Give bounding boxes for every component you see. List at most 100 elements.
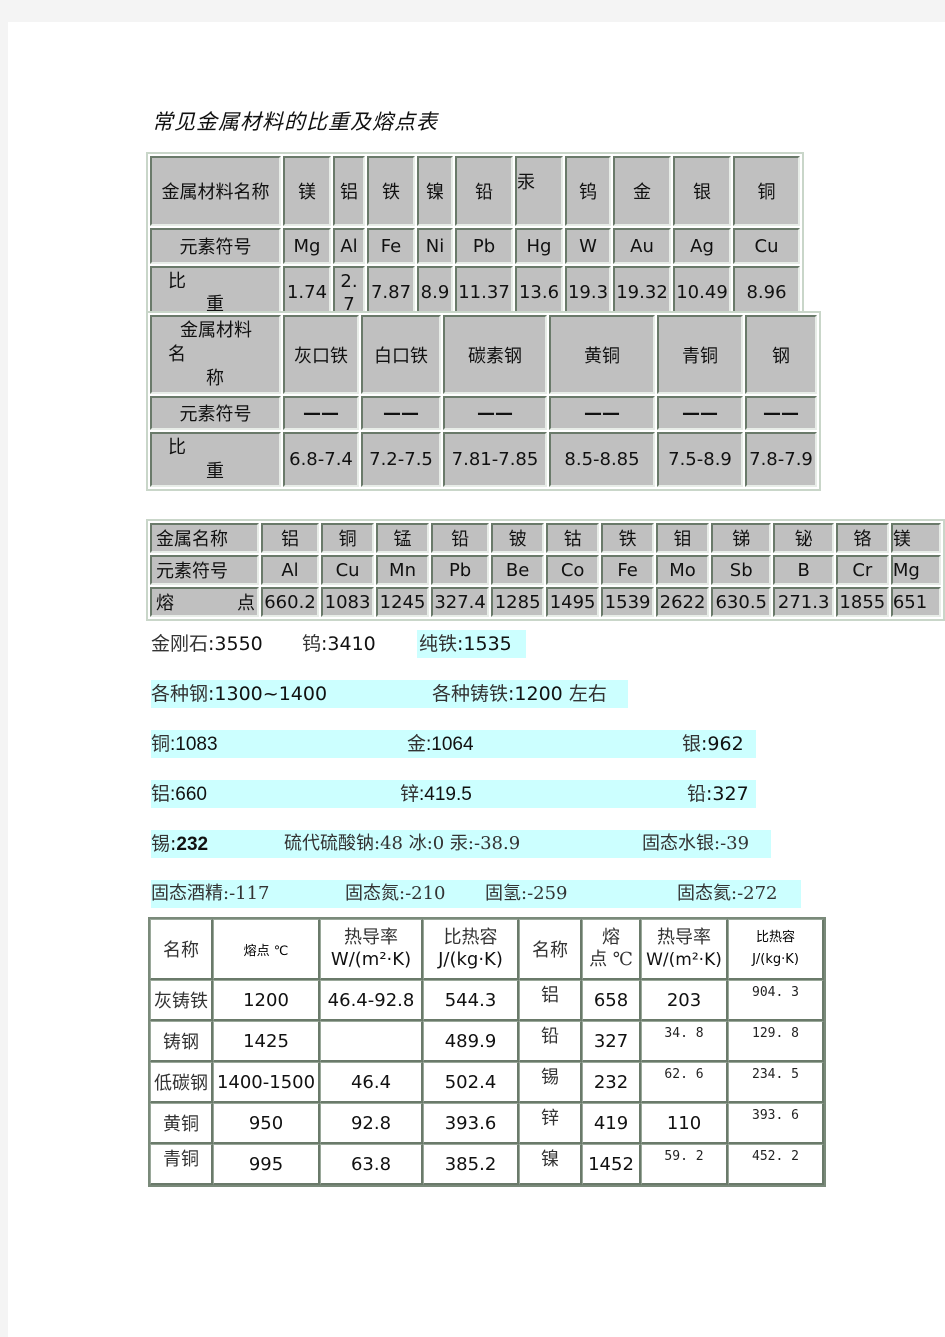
table-row: 铸钢 1425 489.9 铅 327 34. 8 129. 8 [150, 1021, 824, 1062]
header-cell: 比热容 J/(kg·K) [423, 919, 519, 980]
melting-line-2: 各种钢:1300~1400 各种铸铁:1200 左右 [151, 680, 628, 708]
symbol-cell: Au [613, 228, 671, 264]
melting-point-cell: 660.2 [260, 587, 320, 617]
name-cell: 灰铸铁 [150, 980, 213, 1021]
symbol-cell: Cr [835, 555, 889, 585]
header-cell: 金属材料名称 [150, 156, 281, 226]
symbol-cell: Sb [711, 555, 772, 585]
heat-capacity-cell: 544.3 [423, 980, 519, 1021]
name-cell: 黄铜 [150, 1103, 213, 1144]
name-cell: 灰口铁 [283, 315, 359, 394]
name-cell: 铍 [491, 523, 545, 553]
name-cell: 钢 [745, 315, 817, 394]
melting-item: 各种钢:1300~1400 [151, 683, 328, 705]
name-cell: 黄铜 [549, 315, 655, 394]
heat-capacity-cell: 502.4 [423, 1062, 519, 1103]
header-label-1: 金属材料 [180, 319, 252, 341]
density-cell: 7.2-7.5 [361, 432, 441, 487]
melting-item: 锡:232 [151, 833, 209, 855]
name-cell: 铝 [260, 523, 320, 553]
table-row-densities: 比 重 6.8-7.4 7.2-7.5 7.81-7.85 8.5-8.85 7… [150, 432, 817, 487]
name-cell: 钨 [565, 156, 611, 226]
thermal-properties-table: 名称 熔点 ℃ 热导率 W/(m²·K) 比热容 J/(kg·K) 名称 熔 点… [148, 917, 826, 1187]
symbol-cell: W [565, 228, 611, 264]
header-cell: 名称 [150, 919, 213, 980]
header-label-3: 称 [206, 367, 224, 389]
melting-point-cell: 630.5 [711, 587, 772, 617]
density-cell: 7.81-7.85 [443, 432, 547, 487]
symbol-cell: Cu [321, 555, 375, 585]
header-cell: 比 重 [150, 432, 281, 487]
name-cell: 银 [673, 156, 731, 226]
name-cell: 锰 [376, 523, 430, 553]
density-cell: 7.5-8.9 [657, 432, 743, 487]
conductivity-cell: 34. 8 [641, 1021, 728, 1062]
name-cell: 锑 [711, 523, 772, 553]
highlight: 纯铁:1535 [417, 630, 526, 658]
symbol-cell: Pb [431, 555, 490, 585]
melting-point-cell: 1083 [321, 587, 375, 617]
table-row: 灰铸铁 1200 46.4-92.8 544.3 铝 658 203 904. … [150, 980, 824, 1021]
melting-point-cell: 1245 [376, 587, 430, 617]
symbol-cell: —— [283, 396, 359, 430]
melt-cell: 658 [582, 980, 641, 1021]
symbol-cell: Ag [673, 228, 731, 264]
symbol-cell: —— [745, 396, 817, 430]
table-row-melting-points: 熔 点 660.2 1083 1245 327.4 1285 1495 1539… [150, 587, 941, 617]
melting-point-cell: 1539 [601, 587, 655, 617]
header-cell: 熔 点 ℃ [582, 919, 641, 980]
table-header-row: 名称 熔点 ℃ 热导率 W/(m²·K) 比热容 J/(kg·K) 名称 熔 点… [150, 919, 824, 980]
melting-line-3: 铜:1083 金:1064 银:962 [151, 730, 756, 758]
symbol-cell: Pb [455, 228, 513, 264]
header-cell: 熔点 ℃ [213, 919, 320, 980]
density-label-1: 比 [168, 436, 186, 458]
melting-item: 铝:660 [151, 783, 207, 805]
melting-point-cell: 271.3 [773, 587, 834, 617]
name-cell: 铸钢 [150, 1021, 213, 1062]
name-cell: 镍 [519, 1144, 582, 1185]
name-cell: 钼 [656, 523, 710, 553]
symbol-cell: Co [546, 555, 600, 585]
conductivity-cell [320, 1021, 423, 1062]
name-cell: 铬 [835, 523, 889, 553]
melt-cell: 419 [582, 1103, 641, 1144]
melting-item: 硫代硫酸钠:48 冰:0 汞:-38.9 [284, 833, 521, 854]
conductivity-cell: 46.4-92.8 [320, 980, 423, 1021]
melt-cell: 1452 [582, 1144, 641, 1185]
heat-capacity-cell: 904. 3 [728, 980, 824, 1021]
document-page: 常见金属材料的比重及熔点表 金属材料名称 镁 铝 铁 镍 铅 汞 钨 金 银 铜… [8, 22, 945, 1337]
symbol-cell: Al [260, 555, 320, 585]
melting-item: 银:962 [682, 733, 744, 755]
symbol-cell: Cu [733, 228, 800, 264]
name-cell: 锌 [519, 1103, 582, 1144]
conductivity-cell: 203 [641, 980, 728, 1021]
header-cell: 元素符号 [150, 555, 259, 585]
density-cell: 7.8-7.9 [745, 432, 817, 487]
name-cell: 铅 [431, 523, 490, 553]
melting-point-cell: 1285 [491, 587, 545, 617]
name-cell: 铁 [601, 523, 655, 553]
name-cell: 铜 [321, 523, 375, 553]
density-cell: 6.8-7.4 [283, 432, 359, 487]
conductivity-cell: 110 [641, 1103, 728, 1144]
name-cell: 铝 [333, 156, 365, 226]
conductivity-cell: 62. 6 [641, 1062, 728, 1103]
symbol-cell: Be [491, 555, 545, 585]
symbol-cell: B [773, 555, 834, 585]
symbol-cell: Mn [376, 555, 430, 585]
conductivity-cell: 63.8 [320, 1144, 423, 1185]
table-row-names: 金属名称 铝 铜 锰 铅 铍 钴 铁 钼 锑 铋 铬 镁 [150, 523, 941, 553]
table-row: 低碳钢 1400-1500 46.4 502.4 锡 232 62. 6 234… [150, 1062, 824, 1103]
melting-point-cell: 651 [890, 587, 941, 617]
header-label-2: 名 [168, 343, 186, 365]
name-cell: 锡 [519, 1062, 582, 1103]
conductivity-cell: 46.4 [320, 1062, 423, 1103]
melting-point-cell: 1495 [546, 587, 600, 617]
name-cell: 铜 [733, 156, 800, 226]
name-cell: 青铜 [150, 1144, 213, 1185]
name-cell: 碳素钢 [443, 315, 547, 394]
melting-item: 固态水银:-39 [642, 833, 750, 854]
melting-item: 固态氦:-272 [677, 883, 778, 904]
header-cell: 元素符号 [150, 396, 281, 430]
table-row-symbols: 元素符号 Al Cu Mn Pb Be Co Fe Mo Sb B Cr Mg [150, 555, 941, 585]
